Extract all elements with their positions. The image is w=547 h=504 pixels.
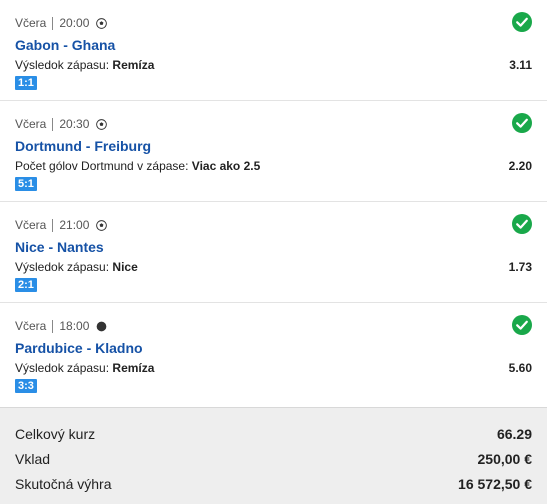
- divider: [52, 319, 54, 333]
- bet-meta: Včera 21:00: [15, 218, 108, 232]
- match-name-link[interactable]: Pardubice - Kladno: [15, 340, 143, 356]
- won-check-icon: [512, 214, 532, 234]
- bet-day: Včera: [15, 16, 47, 30]
- won-check-icon: [512, 113, 532, 133]
- payout-row: Skutočná výhra 16 572,50 €: [15, 476, 532, 492]
- bet-odd: 3.11: [509, 58, 532, 72]
- stake-row: Vklad 250,00 €: [15, 451, 532, 467]
- divider: [52, 218, 54, 232]
- bet-time: 18:00: [59, 319, 90, 333]
- bet-odd: 2.20: [508, 159, 532, 173]
- divider: [52, 16, 54, 30]
- bet-selection: Remíza: [112, 361, 155, 375]
- bet-day: Včera: [15, 319, 47, 333]
- soccer-ball-icon: [96, 17, 108, 29]
- bet-meta: Včera 20:30: [15, 117, 108, 131]
- score-badge: 5:1: [15, 177, 37, 191]
- soccer-ball-icon: [96, 118, 108, 130]
- bet-market: Výsledok zápasu: Nice: [15, 260, 138, 274]
- divider: [52, 117, 54, 131]
- bet-market: Výsledok zápasu: Remíza: [15, 58, 154, 72]
- bet-selection: Remíza: [112, 58, 155, 72]
- market-label: Výsledok zápasu:: [15, 361, 110, 375]
- match-name-link[interactable]: Nice - Nantes: [15, 239, 104, 255]
- total-odds-row: Celkový kurz 66.29: [15, 426, 532, 442]
- score-badge: 2:1: [15, 278, 37, 292]
- total-odds-label: Celkový kurz: [15, 426, 96, 442]
- bet-selection: Nice: [112, 260, 138, 274]
- bet-item: Včera 20:30 Dortmund - Freiburg Počet gó…: [0, 101, 547, 202]
- bet-time: 20:30: [59, 117, 90, 131]
- hockey-puck-icon: [97, 321, 107, 331]
- bet-list: Včera 20:00 Gabon - Ghana Výsledok zápas…: [0, 0, 547, 408]
- total-odds-value: 66.29: [496, 426, 532, 442]
- score-badge: 1:1: [15, 76, 37, 90]
- stake-value: 250,00 €: [477, 451, 533, 467]
- bet-meta: Včera 20:00: [15, 16, 108, 30]
- bet-market: Počet gólov Dortmund v zápase: Viac ako …: [15, 159, 260, 173]
- match-name-link[interactable]: Dortmund - Freiburg: [15, 138, 151, 154]
- market-label: Výsledok zápasu:: [15, 58, 110, 72]
- bet-item: Včera 18:00 Pardubice - Kladno Výsledok …: [0, 303, 547, 408]
- score-badge: 3:3: [15, 379, 37, 393]
- market-label: Výsledok zápasu:: [15, 260, 110, 274]
- bet-selection: Viac ako 2.5: [191, 159, 261, 173]
- payout-label: Skutočná výhra: [15, 476, 112, 492]
- bet-market: Výsledok zápasu: Remíza: [15, 361, 154, 375]
- bet-meta: Včera 18:00: [15, 319, 107, 333]
- bet-day: Včera: [15, 117, 47, 131]
- bet-odd: 1.73: [508, 260, 532, 274]
- bet-time: 21:00: [59, 218, 90, 232]
- won-check-icon: [512, 315, 532, 335]
- match-name-link[interactable]: Gabon - Ghana: [15, 37, 115, 53]
- bet-item: Včera 20:00 Gabon - Ghana Výsledok zápas…: [0, 0, 547, 101]
- ticket-summary: Celkový kurz 66.29 Vklad 250,00 € Skutoč…: [0, 408, 547, 504]
- bet-odd: 5.60: [508, 361, 532, 375]
- soccer-ball-icon: [96, 219, 108, 231]
- bet-item: Včera 21:00 Nice - Nantes Výsledok zápas…: [0, 202, 547, 303]
- payout-value: 16 572,50 €: [458, 476, 532, 492]
- won-check-icon: [512, 12, 532, 32]
- bet-day: Včera: [15, 218, 47, 232]
- bet-ticket: Včera 20:00 Gabon - Ghana Výsledok zápas…: [0, 0, 547, 504]
- stake-label: Vklad: [15, 451, 51, 467]
- bet-time: 20:00: [59, 16, 90, 30]
- market-label: Počet gólov Dortmund v zápase:: [15, 159, 189, 173]
